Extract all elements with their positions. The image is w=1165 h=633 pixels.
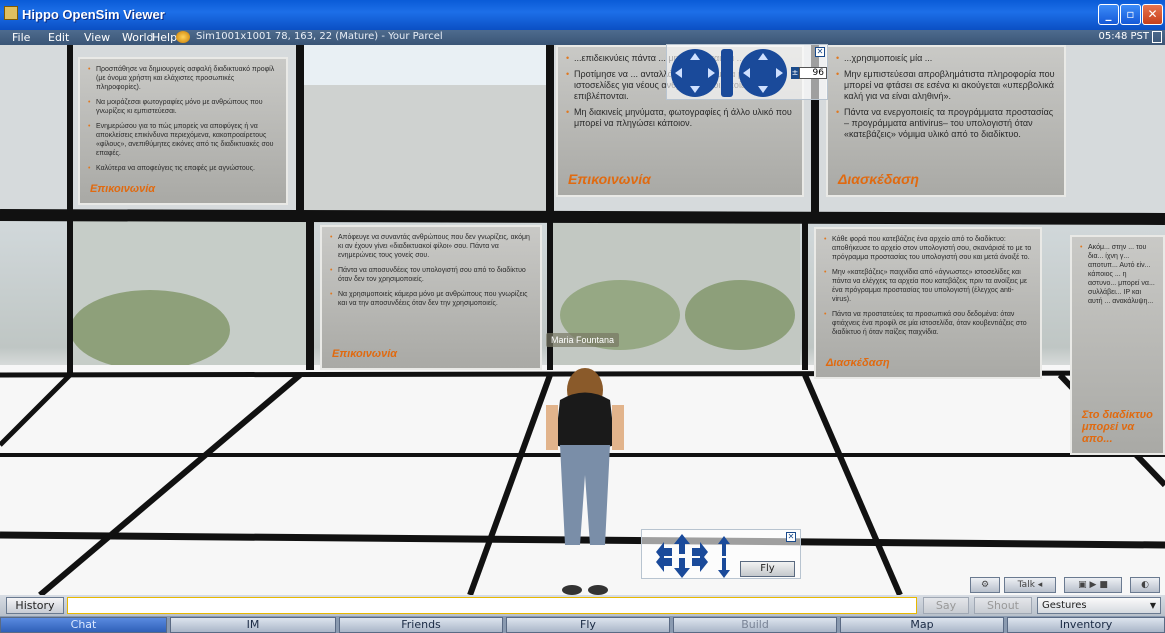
poster-bullet: Ακόμ... στην ... του δια... ίχνη γ... απ… <box>1080 243 1155 306</box>
fly-toolbar-button[interactable]: Fly <box>506 617 670 633</box>
window-title: Hippo OpenSim Viewer <box>22 7 165 22</box>
world-view[interactable]: Προσπάθησε να δημιουργείς ασφαλή διαδικτ… <box>0 45 1165 595</box>
im-button[interactable]: IM <box>170 617 336 633</box>
poster-bullet: Κάθε φορά που κατεβάζεις ένα αρχείο από … <box>824 235 1032 262</box>
menu-file[interactable]: File <box>12 31 30 44</box>
poster-bullet: Μη διακινείς μηνύματα, φωτογραφίες ή άλλ… <box>566 107 794 129</box>
inventory-button[interactable]: Inventory <box>1007 617 1165 633</box>
poster-entertainment-1: ...χρησιμοποιείς μία ... Μην εμπιστεύεσα… <box>826 45 1066 197</box>
close-button[interactable]: ✕ <box>1142 4 1163 25</box>
voice-volume-icon[interactable]: ◐ <box>1130 577 1160 593</box>
map-button[interactable]: Map <box>840 617 1004 633</box>
build-button[interactable]: Build <box>673 617 837 633</box>
voice-settings-icon[interactable]: ⚙ <box>970 577 1000 593</box>
poster-category: Διασκέδαση <box>838 171 919 187</box>
app-icon <box>4 6 18 20</box>
close-icon[interactable]: ✕ <box>815 47 825 57</box>
chat-input[interactable] <box>67 597 917 614</box>
maturity-icon <box>176 31 190 43</box>
fly-button[interactable]: Fly <box>740 561 795 577</box>
poster-communication-1: Προσπάθησε να δημιουργείς ασφαλή διαδικτ… <box>78 57 288 205</box>
chat-bar: History Say Shout Gestures ▼ <box>0 595 1165 616</box>
history-button[interactable]: History <box>6 597 64 614</box>
close-icon[interactable]: ✕ <box>786 532 796 542</box>
menu-bar: File Edit View World Help Sim1001x1001 7… <box>0 30 1165 45</box>
friends-button[interactable]: Friends <box>339 617 503 633</box>
bottom-toolbar: Chat IM Friends Fly Build Map Inventory <box>0 616 1165 633</box>
camera-pads <box>671 49 787 97</box>
forward-arrow[interactable] <box>674 534 690 554</box>
poster-bullet: Πάντα να αποσυνδέεις τον υπολογιστή σου … <box>330 266 532 284</box>
poster-bullet: Να χρησιμοποιείς κάμερα μόνο με ανθρώπου… <box>330 290 532 308</box>
chat-button[interactable]: Chat <box>0 617 167 633</box>
gestures-label: Gestures <box>1042 600 1087 611</box>
poster-bullet: Πάντα να ενεργοποιείς τα προγράμματα προ… <box>836 107 1056 140</box>
menu-view[interactable]: View <box>84 31 110 44</box>
backward-arrow[interactable] <box>674 558 690 578</box>
shout-button[interactable]: Shout <box>974 597 1032 614</box>
movement-arrows <box>656 534 730 578</box>
poster-category: Επικοινωνία <box>332 348 398 360</box>
poster-bullet: Μην «κατεβάζεις» παιχνίδια από «άγνωστες… <box>824 268 1032 304</box>
poster-bullet: Προσπάθησε να δημιουργείς ασφαλή διαδικτ… <box>88 65 278 92</box>
poster-bullet: Καλύτερα να αποφεύγεις τις επαφές με αγν… <box>88 164 278 173</box>
maximize-button[interactable]: ▫ <box>1120 4 1141 25</box>
poster-internet-partial: Ακόμ... στην ... του δια... ίχνη γ... απ… <box>1070 235 1165 455</box>
poster-bullet: Ενημερώσου για το πώς μπορείς να αποφύγε… <box>88 122 278 158</box>
camera-controls: ✕ ± 96 <box>666 44 828 100</box>
poster-bullet: Απόφευγε να συναντάς ανθρώπους που δεν γ… <box>330 233 532 260</box>
poster-category: Στο διαδίκτυο μπορεί να απο... <box>1082 409 1153 445</box>
poster-bullet: Πάντα να προστατεύεις τα προσωπικά σου δ… <box>824 310 1032 337</box>
poster-category: Διασκέδαση <box>826 357 890 369</box>
down-arrow[interactable] <box>718 558 730 578</box>
zoom-slider[interactable] <box>721 49 733 97</box>
clock: 05:48 PST <box>1098 31 1149 42</box>
viewer-window: Hippo OpenSim Viewer _ ▫ ✕ File Edit Vie… <box>0 0 1165 633</box>
poster-bullet: Μην εμπιστεύεσαι απροβλημάτιστα πληροφορ… <box>836 69 1056 102</box>
menu-help[interactable]: Help <box>152 31 177 44</box>
avatar-name-tag: Maria Fountana <box>546 333 620 347</box>
gestures-dropdown[interactable]: Gestures ▼ <box>1037 597 1161 614</box>
up-arrow[interactable] <box>718 536 730 556</box>
region-location[interactable]: Sim1001x1001 78, 163, 22 (Mature) - Your… <box>196 31 443 42</box>
menu-edit[interactable]: Edit <box>48 31 69 44</box>
scroll-icon <box>1152 31 1162 43</box>
menu-world[interactable]: World <box>122 31 154 44</box>
poster-category: Επικοινωνία <box>568 171 651 187</box>
poster-category: Επικοινωνία <box>90 183 156 195</box>
say-button[interactable]: Say <box>923 597 969 614</box>
chevron-down-icon: ▼ <box>1149 601 1156 610</box>
talk-button[interactable]: Talk ◂ <box>1004 577 1056 593</box>
poster-communication-3: Απόφευγε να συναντάς ανθρώπους που δεν γ… <box>320 225 542 370</box>
zoom-stepper[interactable]: ± <box>791 67 799 79</box>
movement-controls: ✕ Fly <box>641 529 801 579</box>
poster-entertainment-2: Κάθε φορά που κατεβάζεις ένα αρχείο από … <box>814 227 1042 379</box>
poster-bullet: Να μοιράζεσαι φωτογραφίες μόνο με ανθρώπ… <box>88 98 278 116</box>
zoom-value[interactable]: 96 <box>799 67 827 79</box>
poster-bullet: ...χρησιμοποιείς μία ... <box>836 53 1056 64</box>
minimize-button[interactable]: _ <box>1098 4 1119 25</box>
talk-label: Talk <box>1017 580 1035 590</box>
media-controls[interactable]: ▣ ▶ ■ <box>1064 577 1122 593</box>
title-bar: Hippo OpenSim Viewer _ ▫ ✕ <box>0 0 1165 30</box>
voice-bar: ⚙ Talk ◂ ▣ ▶ ■ ◐ <box>968 575 1165 595</box>
